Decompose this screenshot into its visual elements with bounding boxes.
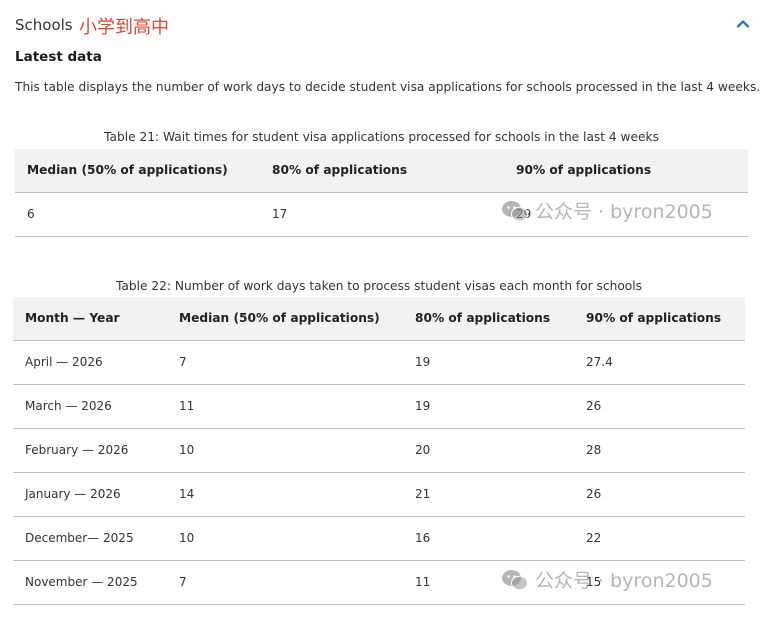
table-cell: 19 bbox=[403, 384, 574, 429]
table-cell: 10 bbox=[167, 516, 403, 561]
table-21-caption: Table 21: Wait times for student visa ap… bbox=[104, 130, 659, 144]
table-22-caption: Table 22: Number of work days taken to p… bbox=[116, 279, 642, 293]
table-cell: 26 bbox=[574, 384, 745, 429]
table-cell: 10 bbox=[167, 428, 403, 473]
table-cell: 20 bbox=[403, 428, 574, 473]
table-cell: 16 bbox=[403, 516, 574, 561]
table-cell: 11 bbox=[167, 384, 403, 429]
table-cell: March — 2026 bbox=[13, 384, 167, 429]
table-row: 6 17 29 bbox=[15, 192, 748, 237]
section-annotation: 小学到高中 bbox=[79, 17, 169, 38]
column-header: 80% of applications bbox=[260, 149, 504, 193]
section-header[interactable]: Schools 小学到高中 bbox=[15, 12, 755, 40]
table-cell: 15 bbox=[574, 560, 745, 605]
table-header-row: Median (50% of applications) 80% of appl… bbox=[15, 149, 748, 193]
table-cell: 26 bbox=[574, 472, 745, 517]
table-cell: 6 bbox=[15, 192, 260, 237]
table-21: Median (50% of applications) 80% of appl… bbox=[15, 149, 748, 237]
table-cell: 11 bbox=[403, 560, 574, 605]
table-row: March — 2026 11 19 26 bbox=[13, 384, 745, 429]
table-description: This table displays the number of work d… bbox=[15, 80, 761, 94]
table-header-row: Month — Year Median (50% of applications… bbox=[13, 297, 745, 341]
table-cell: 29 bbox=[504, 192, 748, 237]
chevron-up-icon[interactable] bbox=[733, 14, 753, 34]
table-row: February — 2026 10 20 28 bbox=[13, 428, 745, 473]
column-header: 90% of applications bbox=[574, 297, 745, 341]
table-cell: 17 bbox=[260, 192, 504, 237]
table-cell: December— 2025 bbox=[13, 516, 167, 561]
table-cell: November — 2025 bbox=[13, 560, 167, 605]
table-cell: 19 bbox=[403, 340, 574, 385]
table-cell: 27.4 bbox=[574, 340, 745, 385]
column-header: Month — Year bbox=[13, 297, 167, 341]
table-cell: January — 2026 bbox=[13, 472, 167, 517]
latest-data-heading: Latest data bbox=[15, 49, 102, 65]
column-header: 80% of applications bbox=[403, 297, 574, 341]
table-cell: February — 2026 bbox=[13, 428, 167, 473]
table-cell: 28 bbox=[574, 428, 745, 473]
table-row: January — 2026 14 21 26 bbox=[13, 472, 745, 517]
section-title: Schools bbox=[15, 16, 73, 34]
table-cell: 22 bbox=[574, 516, 745, 561]
table-row: November — 2025 7 11 15 bbox=[13, 560, 745, 605]
column-header: 90% of applications bbox=[504, 149, 748, 193]
table-cell: 14 bbox=[167, 472, 403, 517]
table-22: Month — Year Median (50% of applications… bbox=[13, 297, 745, 605]
table-row: April — 2026 7 19 27.4 bbox=[13, 340, 745, 385]
column-header: Median (50% of applications) bbox=[167, 297, 403, 341]
column-header: Median (50% of applications) bbox=[15, 149, 260, 193]
table-cell: 7 bbox=[167, 340, 403, 385]
table-cell: April — 2026 bbox=[13, 340, 167, 385]
table-cell: 7 bbox=[167, 560, 403, 605]
table-row: December— 2025 10 16 22 bbox=[13, 516, 745, 561]
table-cell: 21 bbox=[403, 472, 574, 517]
